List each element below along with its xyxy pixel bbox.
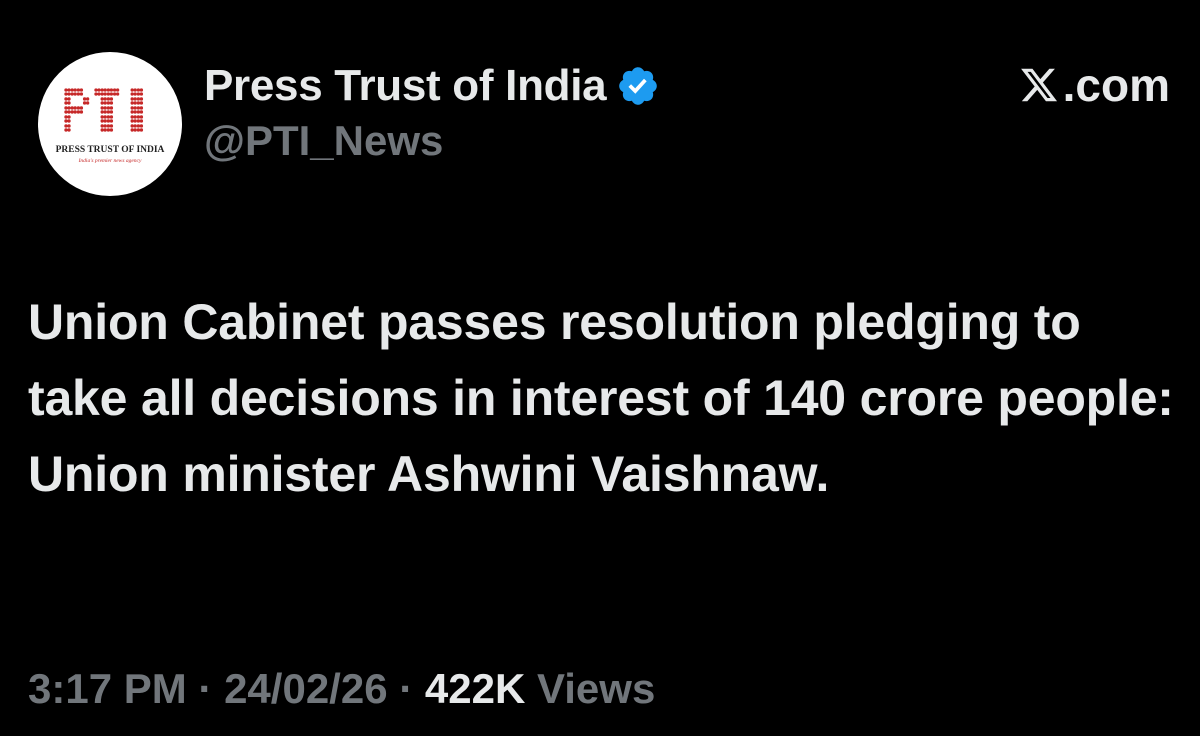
avatar[interactable]: PRESS TRUST OF INDIA India's premier new…	[38, 52, 182, 196]
pti-logo-icon: PRESS TRUST OF INDIA India's premier new…	[56, 88, 165, 164]
author-handle[interactable]: @PTI_News	[204, 120, 443, 162]
avatar-tagline: India's premier news agency	[78, 158, 142, 164]
display-name[interactable]: Press Trust of India	[204, 64, 607, 108]
site-watermark: .com	[1019, 62, 1170, 108]
meta-separator: ·	[198, 665, 213, 712]
views-label: Views	[537, 665, 656, 712]
tweet-date[interactable]: 24/02/26	[224, 665, 388, 712]
tweet-time[interactable]: 3:17 PM	[28, 665, 187, 712]
tweet-card: PRESS TRUST OF INDIA India's premier new…	[0, 0, 1200, 736]
author-name-row: Press Trust of India	[204, 56, 660, 116]
site-label: .com	[1062, 59, 1170, 111]
meta-separator: ·	[399, 665, 414, 712]
avatar-caption: PRESS TRUST OF INDIA	[56, 145, 165, 155]
tweet-text: Union Cabinet passes resolution pledging…	[28, 294, 1174, 502]
views-count: 422K	[424, 665, 526, 712]
x-logo-icon	[1019, 65, 1059, 105]
verified-badge-icon[interactable]	[616, 64, 660, 108]
tweet-meta: 3:17 PM · 24/02/26 · 422K Views	[28, 668, 655, 710]
